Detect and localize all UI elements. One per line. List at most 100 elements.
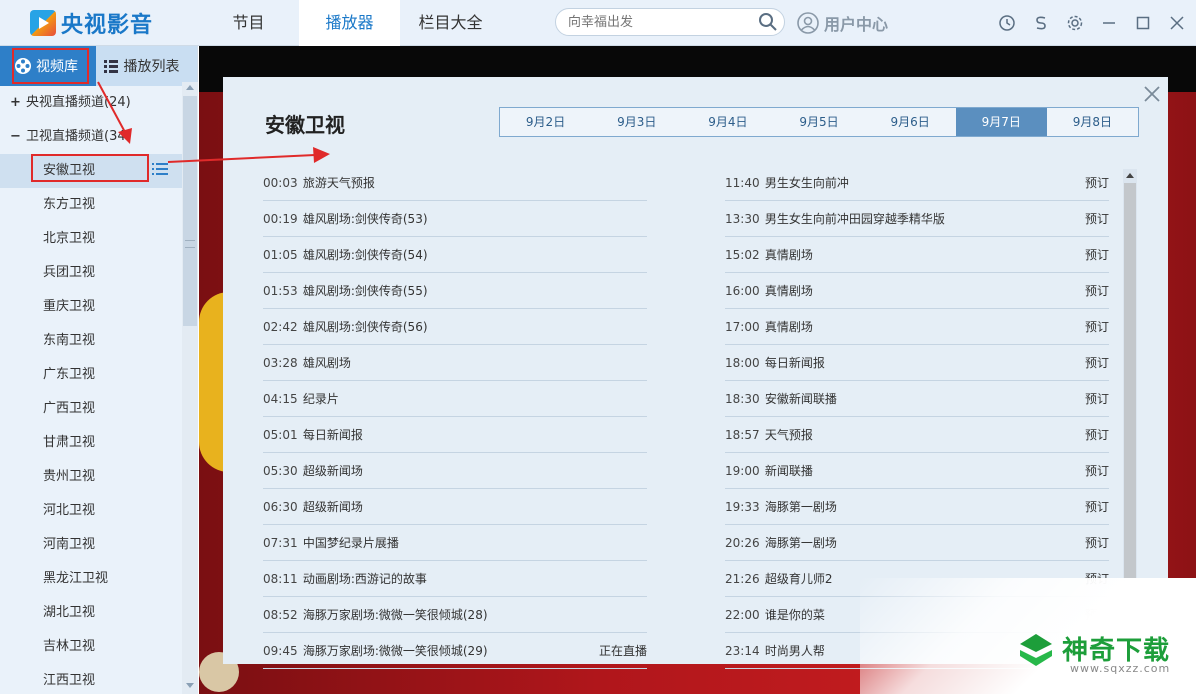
scroll-up-icon[interactable] <box>1126 173 1134 178</box>
program-time: 19:33 <box>725 500 760 514</box>
reserve-button[interactable]: 预订 <box>1085 453 1109 489</box>
channel-item[interactable]: 贵州卫视 <box>0 460 182 494</box>
reserve-button[interactable]: 预订 <box>1085 237 1109 273</box>
window-controls <box>990 12 1194 34</box>
tab-playlist-label: 播放列表 <box>123 59 180 75</box>
program-row[interactable]: 01:53 雄风剧场:剑侠传奇(55) <box>263 273 647 309</box>
program-row[interactable]: 06:30 超级新闻场 <box>263 489 647 525</box>
reserve-button[interactable]: 预订 <box>1085 489 1109 525</box>
search-input[interactable] <box>556 9 746 35</box>
channel-item[interactable]: 广西卫视 <box>0 392 182 426</box>
program-name: 海豚万家剧场:微微一笑很倾城(29) <box>302 644 488 658</box>
program-name: 雄风剧场:剑侠传奇(54) <box>302 248 428 262</box>
program-name: 中国梦纪录片展播 <box>302 536 399 550</box>
scroll-down-icon[interactable] <box>186 683 194 688</box>
channel-item[interactable]: 北京卫视 <box>0 222 182 256</box>
program-name: 超级新闻场 <box>302 500 363 514</box>
program-row[interactable]: 07:31 中国梦纪录片展播 <box>263 525 647 561</box>
program-time: 00:19 <box>263 212 298 226</box>
close-icon[interactable] <box>1141 83 1163 105</box>
group-satellite-live[interactable]: − 卫视直播频道(34 <box>0 120 182 154</box>
scroll-up-icon[interactable] <box>186 85 194 90</box>
reserve-button[interactable]: 预订 <box>1085 273 1109 309</box>
channel-item[interactable]: 重庆卫视 <box>0 290 182 324</box>
sync-icon[interactable] <box>1024 12 1058 34</box>
program-name: 动画剧场:西游记的故事 <box>302 572 427 586</box>
collapse-icon: − <box>10 129 21 144</box>
reserve-button[interactable]: 预订 <box>1085 345 1109 381</box>
program-time: 23:14 <box>725 644 760 658</box>
reserve-button[interactable]: 预订 <box>1085 165 1109 201</box>
program-name: 时尚男人帮 <box>764 644 825 658</box>
channel-item[interactable]: 黑龙江卫视 <box>0 562 182 596</box>
scroll-thumb[interactable] <box>183 96 197 326</box>
date-tab[interactable]: 9月3日 <box>591 108 682 136</box>
program-row[interactable]: 09:45 海豚万家剧场:微微一笑很倾城(29) 正在直播 <box>263 633 647 669</box>
program-row[interactable]: 00:03 旅游天气预报 <box>263 165 647 201</box>
reserve-button[interactable]: 预订 <box>1085 309 1109 345</box>
reserve-button[interactable]: 预订 <box>1085 417 1109 453</box>
program-time: 01:05 <box>263 248 298 262</box>
user-icon <box>797 12 819 34</box>
program-row[interactable]: 08:52 海豚万家剧场:微微一笑很倾城(28) <box>263 597 647 633</box>
reserve-button[interactable]: 预订 <box>1085 201 1109 237</box>
gear-icon[interactable] <box>1058 12 1092 34</box>
program-name: 天气预报 <box>764 428 813 442</box>
date-tab[interactable]: 9月4日 <box>682 108 773 136</box>
program-list-icon[interactable] <box>152 162 168 176</box>
tab-player[interactable]: 播放器 <box>299 0 400 46</box>
tab-programs[interactable]: 节目 <box>198 0 299 46</box>
program-row[interactable]: 04:15 纪录片 <box>263 381 647 417</box>
program-row[interactable]: 03:28 雄风剧场 <box>263 345 647 381</box>
program-row[interactable]: 08:11 动画剧场:西游记的故事 <box>263 561 647 597</box>
close-icon[interactable] <box>1160 12 1194 34</box>
program-time: 08:52 <box>263 608 298 622</box>
search-icon[interactable] <box>758 12 778 32</box>
reserve-button[interactable]: 预订 <box>1085 381 1109 417</box>
channel-item[interactable]: 甘肃卫视 <box>0 426 182 460</box>
minimize-icon[interactable] <box>1092 12 1126 34</box>
tab-video-library[interactable]: 视频库 <box>0 46 96 86</box>
program-row[interactable]: 01:05 雄风剧场:剑侠传奇(54) <box>263 237 647 273</box>
reserve-button[interactable]: 预订 <box>1085 525 1109 561</box>
history-icon[interactable] <box>990 12 1024 34</box>
program-name: 真情剧场 <box>764 248 813 262</box>
channel-item[interactable]: 东方卫视 <box>0 188 182 222</box>
program-name: 男生女生向前冲田园穿越季精华版 <box>764 212 945 226</box>
program-row: 18:00 每日新闻报 预订 <box>725 345 1109 381</box>
group-cctv-live[interactable]: + 央视直播频道(24) <box>0 86 182 120</box>
tab-columns[interactable]: 栏目大全 <box>400 0 501 46</box>
channel-item[interactable]: 广东卫视 <box>0 358 182 392</box>
channel-item[interactable]: 吉林卫视 <box>0 630 182 664</box>
date-tab[interactable]: 9月8日 <box>1047 108 1138 136</box>
date-tab[interactable]: 9月2日 <box>500 108 591 136</box>
program-name: 每日新闻报 <box>302 428 363 442</box>
channel-item[interactable]: 河北卫视 <box>0 494 182 528</box>
live-status: 正在直播 <box>598 644 647 658</box>
date-tab[interactable]: 9月6日 <box>865 108 956 136</box>
tab-playlist[interactable]: 播放列表 <box>96 46 197 86</box>
program-row[interactable]: 02:42 雄风剧场:剑侠传奇(56) <box>263 309 647 345</box>
program-name: 真情剧场 <box>764 284 813 298</box>
program-row[interactable]: 00:19 雄风剧场:剑侠传奇(53) <box>263 201 647 237</box>
program-row[interactable]: 05:01 每日新闻报 <box>263 417 647 453</box>
date-tab[interactable]: 9月5日 <box>773 108 864 136</box>
program-row[interactable]: 05:30 超级新闻场 <box>263 453 647 489</box>
user-center[interactable]: 用户中心 <box>797 10 888 36</box>
program-time: 16:00 <box>725 284 760 298</box>
channel-item[interactable]: 兵团卫视 <box>0 256 182 290</box>
channel-item[interactable]: 湖北卫视 <box>0 596 182 630</box>
maximize-icon[interactable] <box>1126 12 1160 34</box>
program-name: 海豚第一剧场 <box>764 500 837 514</box>
date-tab-active[interactable]: 9月7日 <box>955 108 1047 136</box>
program-time: 17:00 <box>725 320 760 334</box>
sidebar-scrollbar[interactable] <box>182 82 198 694</box>
film-reel-icon <box>15 58 31 74</box>
schedule-left: 00:03 旅游天气预报 00:19 雄风剧场:剑侠传奇(53) 01:05 雄… <box>263 165 647 669</box>
program-time: 18:57 <box>725 428 760 442</box>
channel-item[interactable]: 东南卫视 <box>0 324 182 358</box>
program-guide-panel: 安徽卫视 9月2日 9月3日 9月4日 9月5日 9月6日 9月7日 9月8日 … <box>223 77 1168 669</box>
channel-item[interactable]: 河南卫视 <box>0 528 182 562</box>
channel-item[interactable]: 江西卫视 <box>0 664 182 698</box>
program-time: 13:30 <box>725 212 760 226</box>
